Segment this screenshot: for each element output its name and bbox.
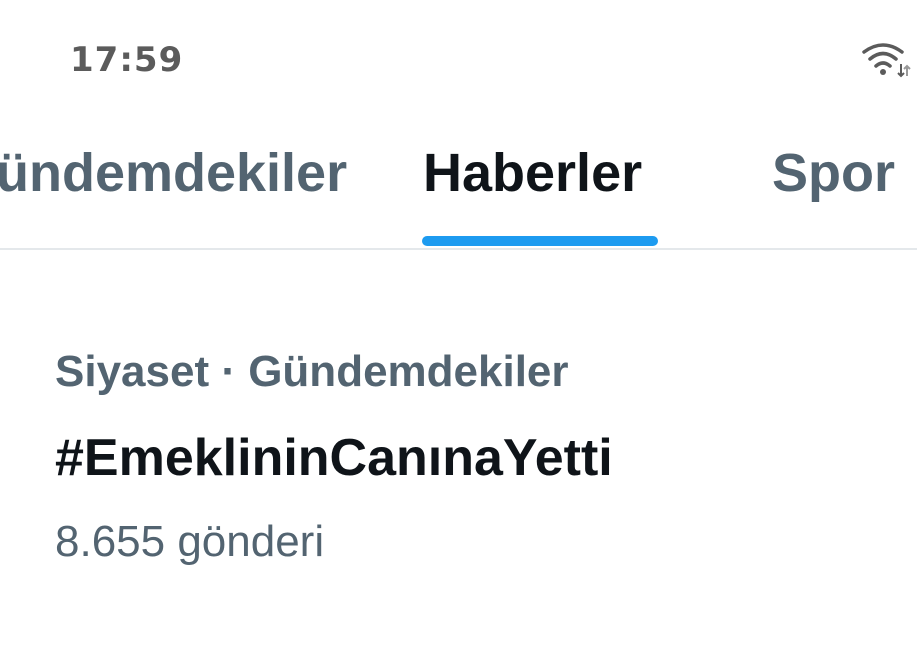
trend-title: #EmeklininCanınaYetti	[55, 429, 613, 487]
trend-category: Siyaset · Gündemdekiler	[55, 347, 569, 396]
tab-spor[interactable]: Spor	[772, 140, 895, 206]
trend-post-count: 8.655 gönderi	[55, 517, 325, 566]
tab-gundemdekiler[interactable]: ündemdekiler	[0, 140, 347, 206]
tab-bar: ündemdekiler Haberler Spor	[0, 110, 917, 250]
status-bar: 17:59	[0, 0, 917, 110]
active-tab-indicator	[422, 236, 658, 246]
status-time: 17:59	[70, 40, 184, 80]
trend-item[interactable]: Siyaset · Gündemdekiler #EmeklininCanına…	[0, 252, 917, 647]
wifi-icon	[862, 43, 911, 78]
tab-haberler[interactable]: Haberler	[423, 140, 642, 206]
screen: 17:59 ündemdekiler Haberler Spor Siyaset…	[0, 0, 917, 647]
